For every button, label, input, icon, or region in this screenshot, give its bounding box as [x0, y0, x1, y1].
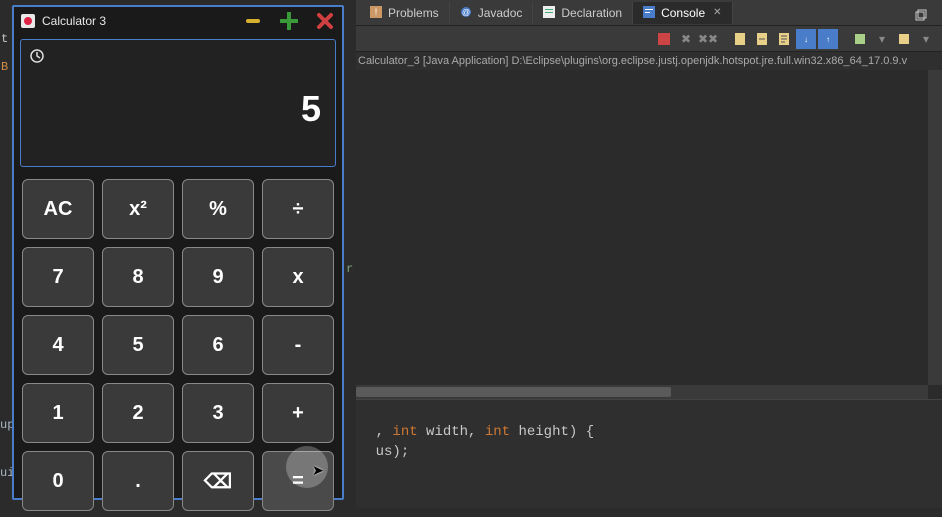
- tab-problems[interactable]: ! Problems: [360, 2, 450, 24]
- view-tabbar: ! Problems @ Javadoc Declaration Console…: [356, 0, 942, 26]
- declaration-icon: [543, 6, 557, 20]
- tab-label: Problems: [388, 6, 439, 20]
- open-console-icon[interactable]: [894, 29, 914, 49]
- display-console-icon[interactable]: ▾: [872, 29, 892, 49]
- new-console-icon[interactable]: ▾: [916, 29, 936, 49]
- show-stderr-icon[interactable]: ↑: [818, 29, 838, 49]
- remove-launch-icon[interactable]: ✖: [676, 29, 696, 49]
- equals-button[interactable]: =: [262, 451, 334, 511]
- digit-6-button[interactable]: 6: [182, 315, 254, 375]
- editor-line: us);: [342, 428, 409, 476]
- keypad: AC x² % ÷ 7 8 9 x 4 5 6 - 1 2 3 + 0 . ⌫ …: [14, 173, 342, 517]
- display-area: 5: [20, 39, 336, 167]
- tab-label: Declaration: [561, 6, 622, 20]
- scroll-lock-icon[interactable]: [752, 29, 772, 49]
- minimize-button[interactable]: [242, 12, 264, 30]
- javadoc-icon: @: [460, 6, 474, 20]
- tab-console[interactable]: Console ✕: [633, 2, 732, 24]
- digit-2-button[interactable]: 2: [102, 383, 174, 443]
- history-icon[interactable]: [27, 46, 47, 66]
- scrollbar-thumb[interactable]: [356, 387, 671, 397]
- window-title: Calculator 3: [42, 14, 228, 28]
- console-output[interactable]: [356, 70, 942, 400]
- backspace-button[interactable]: ⌫: [182, 451, 254, 511]
- minus-button[interactable]: -: [262, 315, 334, 375]
- clear-button[interactable]: AC: [22, 179, 94, 239]
- multiply-button[interactable]: x: [262, 247, 334, 307]
- gutter-char: r: [346, 262, 353, 276]
- close-icon[interactable]: ✕: [713, 7, 721, 18]
- vertical-scrollbar[interactable]: [928, 70, 942, 385]
- svg-text:↓: ↓: [804, 35, 808, 44]
- console-icon: [643, 6, 657, 20]
- console-toolbar: ✖ ✖✖ ↓ ↑ ▾ ▾: [356, 26, 942, 52]
- eclipse-panel: ! Problems @ Javadoc Declaration Console…: [356, 0, 942, 508]
- svg-text:↑: ↑: [826, 35, 830, 44]
- show-stdout-icon[interactable]: ↓: [796, 29, 816, 49]
- digit-7-button[interactable]: 7: [22, 247, 94, 307]
- horizontal-scrollbar[interactable]: [356, 385, 928, 399]
- terminate-icon[interactable]: [654, 29, 674, 49]
- close-button[interactable]: [314, 12, 336, 30]
- pin-console-icon[interactable]: [850, 29, 870, 49]
- tab-javadoc[interactable]: @ Javadoc: [450, 2, 534, 24]
- app-icon: [20, 13, 36, 29]
- restore-icon[interactable]: [914, 8, 928, 25]
- digit-3-button[interactable]: 3: [182, 383, 254, 443]
- percent-button[interactable]: %: [182, 179, 254, 239]
- tab-label: Console: [661, 6, 705, 20]
- calculator-window: Calculator 3 5 AC x² % ÷ 7 8 9 x 4 5 6 -…: [12, 5, 344, 500]
- display-value: 5: [301, 88, 321, 130]
- square-button[interactable]: x²: [102, 179, 174, 239]
- tab-label: Javadoc: [478, 6, 523, 20]
- svg-text:!: !: [375, 7, 378, 17]
- tab-declaration[interactable]: Declaration: [533, 2, 633, 24]
- divide-button[interactable]: ÷: [262, 179, 334, 239]
- digit-5-button[interactable]: 5: [102, 315, 174, 375]
- word-wrap-icon[interactable]: [774, 29, 794, 49]
- svg-text:@: @: [462, 8, 470, 17]
- maximize-button[interactable]: [278, 12, 300, 30]
- remove-all-icon[interactable]: ✖✖: [698, 29, 718, 49]
- digit-0-button[interactable]: 0: [22, 451, 94, 511]
- problems-icon: !: [370, 6, 384, 20]
- gutter-char: t: [1, 32, 8, 46]
- digit-9-button[interactable]: 9: [182, 247, 254, 307]
- calculator-titlebar[interactable]: Calculator 3: [14, 7, 342, 35]
- decimal-button[interactable]: .: [102, 451, 174, 511]
- gutter-char: B: [1, 60, 8, 74]
- plus-button[interactable]: +: [262, 383, 334, 443]
- console-status-line: Calculator_3 [Java Application] D:\Eclip…: [356, 52, 942, 70]
- digit-4-button[interactable]: 4: [22, 315, 94, 375]
- digit-8-button[interactable]: 8: [102, 247, 174, 307]
- digit-1-button[interactable]: 1: [22, 383, 94, 443]
- clear-console-icon[interactable]: [730, 29, 750, 49]
